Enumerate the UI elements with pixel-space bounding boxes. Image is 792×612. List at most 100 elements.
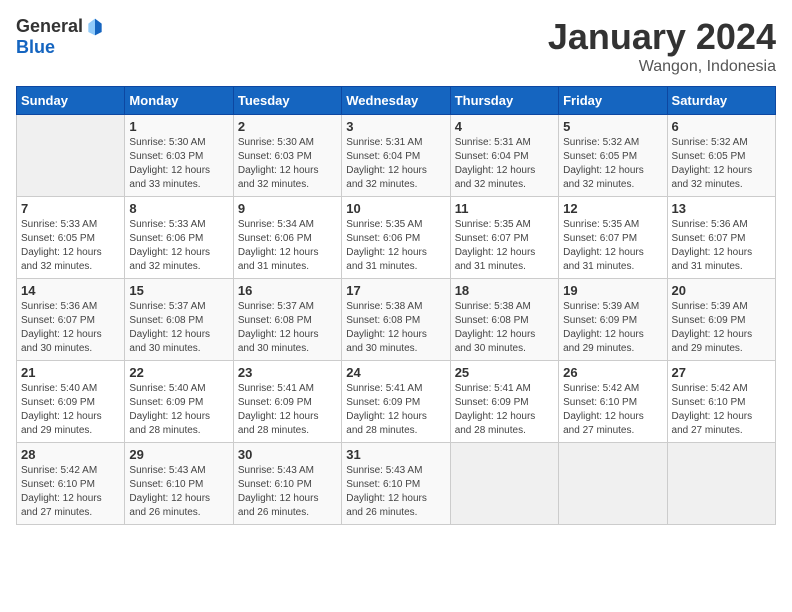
calendar-cell: 21Sunrise: 5:40 AMSunset: 6:09 PMDayligh… xyxy=(17,361,125,443)
day-number: 14 xyxy=(21,283,120,298)
calendar-cell: 15 Sunrise: 5:37 AMSunset: 6:08 PMDayligh… xyxy=(125,279,233,361)
calendar-cell: 19 Sunrise: 5:39 AMSunset: 6:09 PMDayligh… xyxy=(559,279,667,361)
day-number: 1 xyxy=(129,119,228,134)
day-info: Sunrise: 5:37 AMSunset: 6:08 PMDaylight:… xyxy=(129,300,228,356)
calendar-cell: 27 Sunrise: 5:42 AMSunset: 6:10 PMDayligh… xyxy=(667,361,775,443)
calendar-cell: 11 Sunrise: 5:35 AMSunset: 6:07 PMDayligh… xyxy=(450,197,558,279)
month-title: January 2024 xyxy=(548,16,776,58)
logo-blue-text: Blue xyxy=(16,37,55,57)
calendar-cell: 25Sunrise: 5:41 AMSunset: 6:09 PMDayligh… xyxy=(450,361,558,443)
day-number: 22 xyxy=(129,365,228,380)
calendar-cell: 26 Sunrise: 5:42 AMSunset: 6:10 PMDayligh… xyxy=(559,361,667,443)
day-info: Sunrise: 5:42 AMSunset: 6:10 PMDaylight:… xyxy=(563,382,662,438)
weekday-header-friday: Friday xyxy=(559,87,667,115)
day-info: Sunrise: 5:30 AMSunset: 6:03 PMDaylight:… xyxy=(129,136,228,192)
day-number: 15 xyxy=(129,283,228,298)
day-info: Sunrise: 5:30 AMSunset: 6:03 PMDaylight:… xyxy=(238,136,337,192)
day-number: 24 xyxy=(346,365,445,380)
calendar-week-row: 28 Sunrise: 5:42 AMSunset: 6:10 PMDayligh… xyxy=(17,443,776,525)
day-number: 9 xyxy=(238,201,337,216)
day-info: Sunrise: 5:35 AMSunset: 6:07 PMDaylight:… xyxy=(455,218,554,274)
day-info: Sunrise: 5:38 AMSunset: 6:08 PMDaylight:… xyxy=(455,300,554,356)
day-info: Sunrise: 5:35 AMSunset: 6:06 PMDaylight:… xyxy=(346,218,445,274)
calendar-cell xyxy=(667,443,775,525)
calendar-cell: 4Sunrise: 5:31 AMSunset: 6:04 PMDaylight… xyxy=(450,115,558,197)
calendar-cell: 30 Sunrise: 5:43 AMSunset: 6:10 PMDayligh… xyxy=(233,443,341,525)
day-number: 7 xyxy=(21,201,120,216)
calendar-cell: 14 Sunrise: 5:36 AMSunset: 6:07 PMDayligh… xyxy=(17,279,125,361)
day-number: 31 xyxy=(346,447,445,462)
calendar-cell: 20Sunrise: 5:39 AMSunset: 6:09 PMDayligh… xyxy=(667,279,775,361)
calendar-cell: 31 Sunrise: 5:43 AMSunset: 6:10 PMDayligh… xyxy=(342,443,450,525)
calendar-week-row: 14 Sunrise: 5:36 AMSunset: 6:07 PMDayligh… xyxy=(17,279,776,361)
calendar-cell xyxy=(450,443,558,525)
logo: General Blue xyxy=(16,16,105,58)
day-info: Sunrise: 5:35 AMSunset: 6:07 PMDaylight:… xyxy=(563,218,662,274)
day-number: 16 xyxy=(238,283,337,298)
calendar-cell: 7 Sunrise: 5:33 AMSunset: 6:05 PMDaylight… xyxy=(17,197,125,279)
day-info: Sunrise: 5:36 AMSunset: 6:07 PMDaylight:… xyxy=(672,218,771,274)
day-number: 13 xyxy=(672,201,771,216)
day-number: 10 xyxy=(346,201,445,216)
day-number: 8 xyxy=(129,201,228,216)
calendar-cell: 13 Sunrise: 5:36 AMSunset: 6:07 PMDayligh… xyxy=(667,197,775,279)
day-info: Sunrise: 5:39 AMSunset: 6:09 PMDaylight:… xyxy=(563,300,662,356)
day-info: Sunrise: 5:33 AMSunset: 6:06 PMDaylight:… xyxy=(129,218,228,274)
day-info: Sunrise: 5:34 AMSunset: 6:06 PMDaylight:… xyxy=(238,218,337,274)
day-info: Sunrise: 5:36 AMSunset: 6:07 PMDaylight:… xyxy=(21,300,120,356)
calendar-cell: 23Sunrise: 5:41 AMSunset: 6:09 PMDayligh… xyxy=(233,361,341,443)
logo-general-text: General xyxy=(16,16,83,37)
calendar-cell: 17 Sunrise: 5:38 AMSunset: 6:08 PMDayligh… xyxy=(342,279,450,361)
calendar-cell: 24Sunrise: 5:41 AMSunset: 6:09 PMDayligh… xyxy=(342,361,450,443)
day-number: 3 xyxy=(346,119,445,134)
calendar-cell: 12 Sunrise: 5:35 AMSunset: 6:07 PMDayligh… xyxy=(559,197,667,279)
weekday-header-monday: Monday xyxy=(125,87,233,115)
day-number: 18 xyxy=(455,283,554,298)
day-info: Sunrise: 5:33 AMSunset: 6:05 PMDaylight:… xyxy=(21,218,120,274)
day-number: 20 xyxy=(672,283,771,298)
day-info: Sunrise: 5:32 AMSunset: 6:05 PMDaylight:… xyxy=(563,136,662,192)
weekday-header-saturday: Saturday xyxy=(667,87,775,115)
calendar-cell: 9 Sunrise: 5:34 AMSunset: 6:06 PMDaylight… xyxy=(233,197,341,279)
calendar-cell: 3 Sunrise: 5:31 AMSunset: 6:04 PMDaylight… xyxy=(342,115,450,197)
day-number: 12 xyxy=(563,201,662,216)
calendar-cell: 18 Sunrise: 5:38 AMSunset: 6:08 PMDayligh… xyxy=(450,279,558,361)
day-number: 11 xyxy=(455,201,554,216)
calendar-cell: 29Sunrise: 5:43 AMSunset: 6:10 PMDayligh… xyxy=(125,443,233,525)
day-info: Sunrise: 5:31 AMSunset: 6:04 PMDaylight:… xyxy=(455,136,554,192)
calendar-header-row: SundayMondayTuesdayWednesdayThursdayFrid… xyxy=(17,87,776,115)
day-number: 19 xyxy=(563,283,662,298)
day-number: 2 xyxy=(238,119,337,134)
weekday-header-sunday: Sunday xyxy=(17,87,125,115)
weekday-header-thursday: Thursday xyxy=(450,87,558,115)
day-number: 6 xyxy=(672,119,771,134)
calendar-week-row: 21Sunrise: 5:40 AMSunset: 6:09 PMDayligh… xyxy=(17,361,776,443)
day-number: 26 xyxy=(563,365,662,380)
page-header: General Blue January 2024 Wangon, Indone… xyxy=(16,16,776,76)
day-number: 30 xyxy=(238,447,337,462)
day-info: Sunrise: 5:43 AMSunset: 6:10 PMDaylight:… xyxy=(346,464,445,520)
calendar-cell: 28 Sunrise: 5:42 AMSunset: 6:10 PMDayligh… xyxy=(17,443,125,525)
day-info: Sunrise: 5:43 AMSunset: 6:10 PMDaylight:… xyxy=(238,464,337,520)
day-info: Sunrise: 5:42 AMSunset: 6:10 PMDaylight:… xyxy=(21,464,120,520)
day-info: Sunrise: 5:42 AMSunset: 6:10 PMDaylight:… xyxy=(672,382,771,438)
day-number: 27 xyxy=(672,365,771,380)
day-info: Sunrise: 5:37 AMSunset: 6:08 PMDaylight:… xyxy=(238,300,337,356)
day-info: Sunrise: 5:31 AMSunset: 6:04 PMDaylight:… xyxy=(346,136,445,192)
calendar-cell: 8 Sunrise: 5:33 AMSunset: 6:06 PMDaylight… xyxy=(125,197,233,279)
calendar-cell: 2 Sunrise: 5:30 AMSunset: 6:03 PMDaylight… xyxy=(233,115,341,197)
calendar-table: SundayMondayTuesdayWednesdayThursdayFrid… xyxy=(16,86,776,525)
weekday-header-tuesday: Tuesday xyxy=(233,87,341,115)
day-info: Sunrise: 5:40 AMSunset: 6:09 PMDaylight:… xyxy=(21,382,120,438)
day-number: 29 xyxy=(129,447,228,462)
day-number: 28 xyxy=(21,447,120,462)
calendar-cell: 6Sunrise: 5:32 AMSunset: 6:05 PMDaylight… xyxy=(667,115,775,197)
title-block: January 2024 Wangon, Indonesia xyxy=(548,16,776,76)
day-info: Sunrise: 5:38 AMSunset: 6:08 PMDaylight:… xyxy=(346,300,445,356)
calendar-cell: 22 Sunrise: 5:40 AMSunset: 6:09 PMDayligh… xyxy=(125,361,233,443)
calendar-week-row: 7 Sunrise: 5:33 AMSunset: 6:05 PMDaylight… xyxy=(17,197,776,279)
logo-icon xyxy=(85,17,105,37)
day-number: 17 xyxy=(346,283,445,298)
day-number: 5 xyxy=(563,119,662,134)
day-info: Sunrise: 5:40 AMSunset: 6:09 PMDaylight:… xyxy=(129,382,228,438)
